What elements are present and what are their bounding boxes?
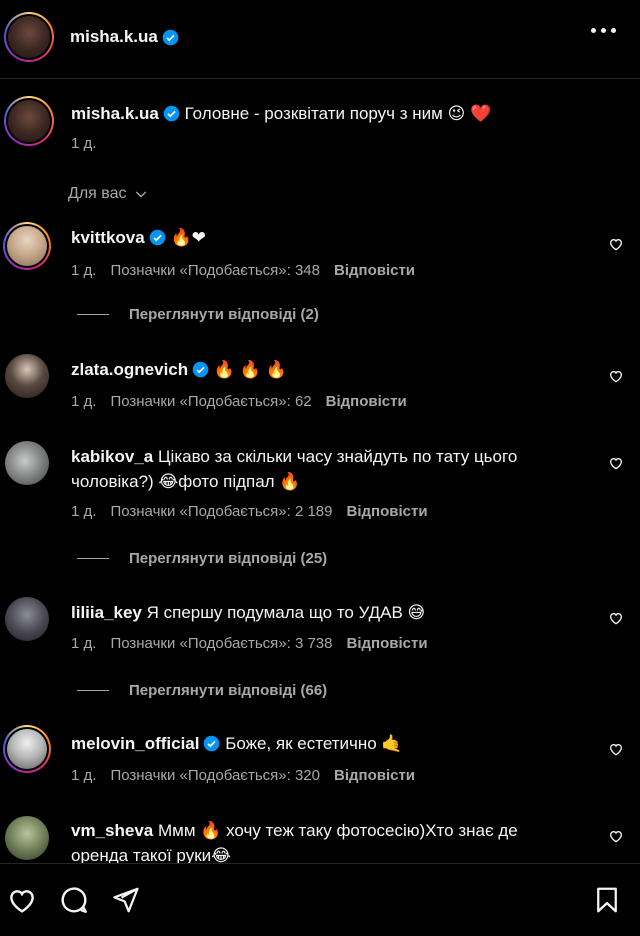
comment-emoji: 🔥❤: [170, 228, 206, 247]
post-time: 1 д.: [71, 135, 97, 152]
comment-text: melovin_official Боже, як естетично 🤙: [71, 731, 571, 756]
view-replies-label: Переглянути відповіді (66): [129, 682, 328, 699]
verified-icon: [149, 229, 165, 246]
comment-username[interactable]: kabikov_a: [71, 447, 153, 466]
reply-button[interactable]: Відповісти: [334, 262, 415, 279]
comment-body: Боже, як естетично 🤙: [225, 734, 403, 753]
view-replies[interactable]: Переглянути відповіді (2): [77, 306, 319, 323]
comment-username[interactable]: vm_sheva: [71, 821, 153, 840]
header-avatar[interactable]: [4, 12, 54, 62]
comment-meta: 1 д. Позначки «Подобається»: 62 Відповісти: [71, 393, 421, 410]
comment-text: liliia_key Я спершу подумала що то УДАВ …: [71, 600, 571, 625]
verified-icon: [162, 29, 179, 45]
comment-icon[interactable]: [58, 884, 90, 916]
heart-icon[interactable]: [608, 368, 624, 384]
filter-label: Для вас: [68, 185, 127, 202]
view-replies[interactable]: Переглянути відповіді (66): [77, 682, 327, 699]
comment-likes[interactable]: Позначки «Подобається»: 320: [110, 767, 320, 784]
heart-icon[interactable]: [608, 610, 624, 626]
view-replies-label: Переглянути відповіді (2): [129, 306, 319, 323]
more-icon[interactable]: [591, 28, 616, 33]
caption-text: Головне - розквітати поруч з ним: [184, 104, 443, 123]
comment-meta: 1 д. Позначки «Подобається»: 3 738 Відпові…: [71, 635, 442, 652]
verified-icon: [163, 105, 180, 122]
comment-avatar[interactable]: [3, 725, 51, 773]
comment-time: 1 д.: [71, 393, 97, 410]
comment-time: 1 д.: [71, 262, 97, 279]
comment-time: 1 д.: [71, 767, 97, 784]
verified-icon: [192, 361, 209, 378]
comment-avatar[interactable]: [5, 597, 49, 641]
action-bar: [0, 863, 640, 936]
share-icon[interactable]: [110, 885, 140, 915]
view-replies[interactable]: Переглянути відповіді (25): [77, 550, 327, 567]
comment-text: vm_sheva Ммм 🔥 хочу теж таку фотосесію)Х…: [71, 818, 571, 868]
comment-avatar[interactable]: [3, 222, 51, 270]
reply-button[interactable]: Відповісти: [326, 393, 407, 410]
comment-likes[interactable]: Позначки «Подобається»: 3 738: [110, 635, 332, 652]
heart-icon[interactable]: [608, 741, 624, 757]
reply-button[interactable]: Відповісти: [334, 767, 415, 784]
reply-button[interactable]: Відповісти: [347, 635, 428, 652]
heart-icon[interactable]: [608, 236, 624, 252]
post-avatar[interactable]: [4, 96, 54, 146]
caption-emoji: 😉 ❤️: [447, 104, 492, 123]
comment-meta: 1 д. Позначки «Подобається»: 348 Відповіст…: [71, 262, 429, 279]
comment-likes[interactable]: Позначки «Подобається»: 348: [110, 262, 320, 279]
post-caption: misha.k.ua Головне - розквітати поруч з …: [71, 102, 491, 126]
comment-body: Я спершу подумала що то УДАВ 😅: [146, 603, 426, 622]
reply-button[interactable]: Відповісти: [347, 503, 428, 520]
comment-avatar[interactable]: [5, 354, 49, 398]
header-username[interactable]: misha.k.ua: [70, 27, 158, 47]
comment-time: 1 д.: [71, 503, 97, 520]
comment-username[interactable]: zlata.ognevich: [71, 360, 188, 379]
comment-likes[interactable]: Позначки «Подобається»: 62: [110, 393, 311, 410]
comment-username[interactable]: liliia_key: [71, 603, 142, 622]
top-bar: misha.k.ua: [0, 0, 640, 79]
comment-time: 1 д.: [71, 635, 97, 652]
comment-text: kvittkova 🔥❤: [71, 225, 571, 250]
comment-meta: 1 д. Позначки «Подобається»: 2 189 Відпові…: [71, 503, 442, 520]
comment-avatar[interactable]: [5, 441, 49, 485]
bookmark-icon[interactable]: [592, 884, 622, 916]
comment-text: kabikov_a Цікаво за скільки часу знайдут…: [71, 444, 571, 494]
comment-likes[interactable]: Позначки «Подобається»: 2 189: [110, 503, 332, 520]
heart-icon[interactable]: [6, 884, 38, 916]
comment-username[interactable]: melovin_official: [71, 734, 199, 753]
chevron-down-icon: [135, 191, 146, 198]
verified-icon: [204, 735, 220, 752]
view-replies-label: Переглянути відповіді (25): [129, 550, 328, 567]
comment-emoji: 🔥 🔥 🔥: [213, 360, 287, 379]
comment-filter[interactable]: Для вас: [68, 185, 149, 203]
comment-username[interactable]: kvittkova: [71, 228, 145, 247]
heart-icon[interactable]: [608, 455, 624, 471]
comment-text: zlata.ognevich 🔥 🔥 🔥: [71, 357, 571, 382]
comment-avatar[interactable]: [5, 816, 49, 860]
comment-meta: 1 д. Позначки «Подобається»: 320 Відповіст…: [71, 767, 429, 784]
post-username[interactable]: misha.k.ua: [71, 104, 159, 123]
heart-icon[interactable]: [608, 828, 624, 844]
